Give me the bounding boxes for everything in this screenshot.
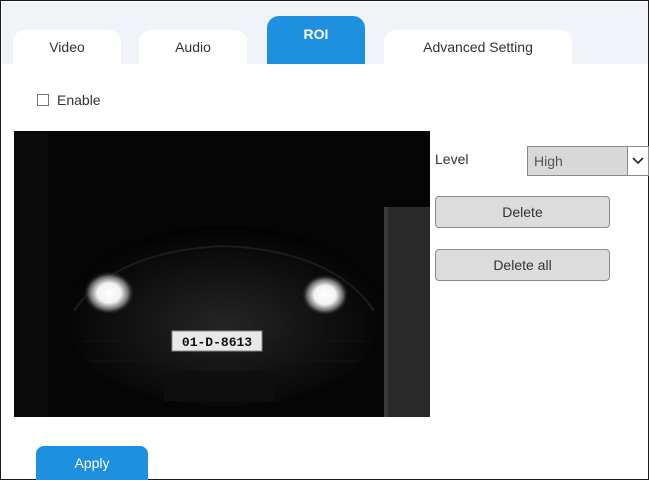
video-preview[interactable]: 01-D-8613 xyxy=(14,131,430,417)
delete-button[interactable]: Delete xyxy=(435,196,610,228)
roi-settings-panel: Video Audio ROI Advanced Setting Enable xyxy=(0,0,649,480)
chevron-down-icon[interactable] xyxy=(627,147,648,175)
plate-text: 01-D-8613 xyxy=(182,335,252,350)
tab-roi-label: ROI xyxy=(303,26,329,42)
level-select[interactable]: High xyxy=(527,146,649,176)
tab-roi[interactable]: ROI xyxy=(267,16,365,64)
tab-video[interactable]: Video xyxy=(13,30,121,64)
tab-video-label: Video xyxy=(49,39,85,55)
apply-button-label: Apply xyxy=(74,455,110,471)
delete-button-label: Delete xyxy=(502,204,543,220)
enable-label[interactable]: Enable xyxy=(57,92,101,108)
delete-all-button[interactable]: Delete all xyxy=(435,249,610,281)
level-label: Level xyxy=(435,151,469,167)
camera-image: 01-D-8613 xyxy=(14,131,430,417)
enable-row: Enable xyxy=(37,92,101,108)
apply-button[interactable]: Apply xyxy=(36,446,148,480)
delete-all-button-label: Delete all xyxy=(493,257,552,273)
enable-checkbox[interactable] xyxy=(37,94,49,106)
tab-advanced-setting[interactable]: Advanced Setting xyxy=(384,30,572,64)
tab-advanced-setting-label: Advanced Setting xyxy=(423,39,533,55)
tab-audio[interactable]: Audio xyxy=(139,30,247,64)
tab-audio-label: Audio xyxy=(175,39,211,55)
tab-bar: Video Audio ROI Advanced Setting xyxy=(2,2,648,64)
level-value: High xyxy=(534,153,563,169)
